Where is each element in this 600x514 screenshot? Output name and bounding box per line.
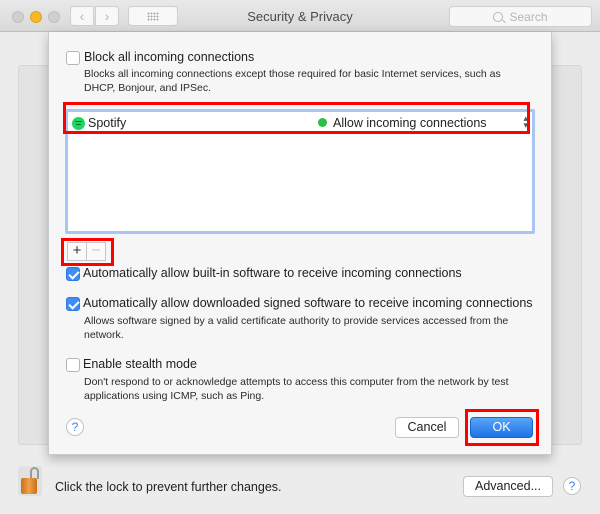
unlocked-padlock-icon	[21, 478, 37, 494]
auto-builtin-label: Automatically allow built-in software to…	[83, 266, 462, 280]
list-item[interactable]: Spotify Allow incoming connections ▴ ▾	[68, 112, 532, 134]
block-all-description: Blocks all incoming connections except t…	[84, 68, 501, 94]
search-placeholder: Search	[509, 9, 548, 24]
lock-message: Click the lock to prevent further change…	[55, 480, 282, 494]
block-all-label: Block all incoming connections	[84, 50, 255, 64]
app-name: Spotify	[88, 116, 127, 130]
search-input[interactable]: Search	[449, 6, 592, 27]
auto-signed-checkbox[interactable]	[66, 297, 80, 311]
updown-chevron-icon[interactable]: ▴ ▾	[523, 114, 528, 130]
remove-app-button[interactable]: −	[86, 242, 106, 261]
connection-status-select[interactable]: Allow incoming connections	[333, 116, 487, 130]
cancel-button[interactable]: Cancel	[395, 417, 459, 438]
help-button[interactable]: ?	[563, 477, 581, 495]
auto-builtin-checkbox[interactable]	[66, 267, 80, 281]
auto-signed-description: Allows software signed by a valid certif…	[84, 315, 509, 341]
stealth-mode-description: Don't respond to or acknowledge attempts…	[84, 376, 509, 402]
sheet-help-button[interactable]: ?	[66, 418, 84, 436]
title-bar: ‹ › Security & Privacy Search	[0, 0, 600, 32]
stealth-mode-label: Enable stealth mode	[83, 357, 197, 371]
status-dot-icon	[318, 118, 327, 127]
block-all-checkbox[interactable]	[66, 51, 80, 65]
lock-button[interactable]	[18, 466, 42, 496]
stealth-mode-checkbox[interactable]	[66, 358, 80, 372]
spotify-icon	[72, 116, 85, 130]
ok-button[interactable]: OK	[470, 417, 533, 438]
auto-signed-label: Automatically allow downloaded signed so…	[83, 296, 533, 310]
app-list[interactable]: Spotify Allow incoming connections ▴ ▾	[65, 109, 535, 234]
add-app-button[interactable]: +	[67, 242, 87, 261]
search-icon	[493, 11, 504, 22]
advanced-button[interactable]: Advanced...	[463, 476, 553, 497]
